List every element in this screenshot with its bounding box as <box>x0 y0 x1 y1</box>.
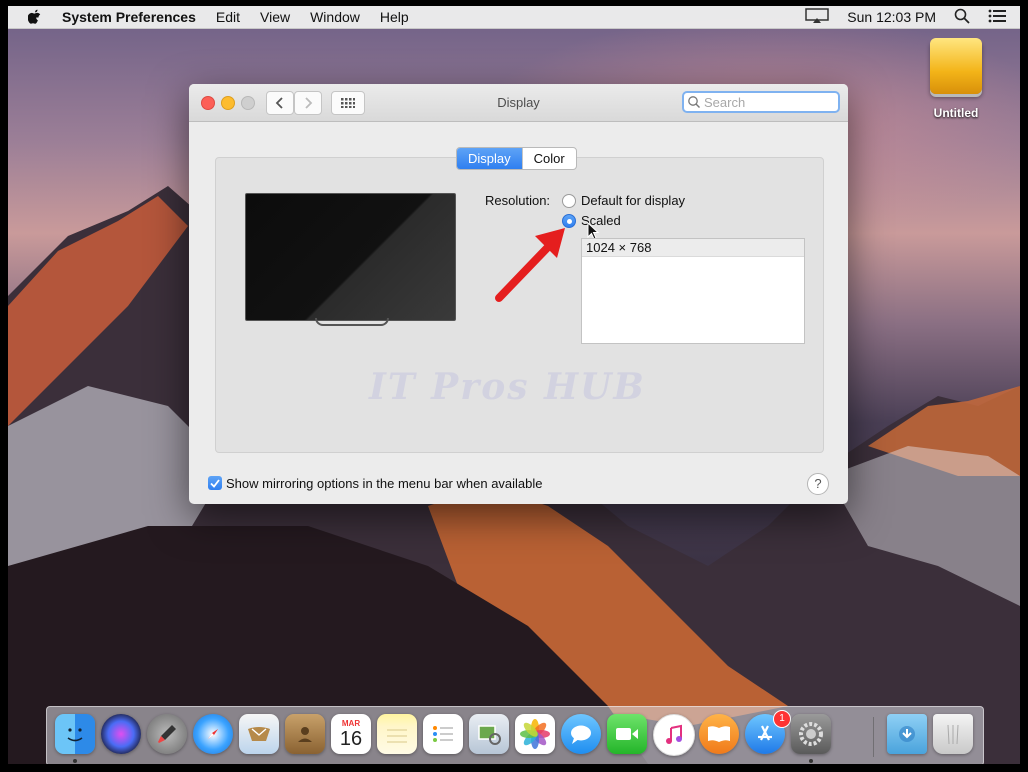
launchpad-icon[interactable] <box>147 714 187 754</box>
trash-icon[interactable] <box>933 714 973 754</box>
help-menu[interactable]: Help <box>380 9 409 25</box>
preview-icon[interactable] <box>469 714 509 754</box>
siri-icon[interactable] <box>101 714 141 754</box>
itunes-icon[interactable] <box>653 714 695 756</box>
search-field[interactable] <box>682 91 840 113</box>
photos-icon[interactable] <box>515 714 555 754</box>
tab-control: Display Color <box>456 147 577 170</box>
drive-label: Untitled <box>933 106 979 120</box>
checkmark-icon <box>210 478 220 488</box>
running-indicator <box>809 759 813 763</box>
dock: MAR 16 1 <box>46 706 984 764</box>
tab-display[interactable]: Display <box>457 148 522 169</box>
calendar-icon[interactable]: MAR 16 <box>331 714 371 754</box>
mail-icon[interactable] <box>239 714 279 754</box>
app-menu[interactable]: System Preferences <box>62 9 196 25</box>
search-icon <box>688 96 700 108</box>
search-input[interactable] <box>704 94 824 110</box>
safari-icon[interactable] <box>193 714 233 754</box>
notification-center-icon[interactable] <box>988 9 1006 26</box>
resolution-label: Resolution: <box>485 193 551 208</box>
default-for-display-radio[interactable] <box>562 194 576 208</box>
airplay-icon[interactable] <box>805 7 830 27</box>
downloads-icon[interactable] <box>887 714 927 754</box>
reminders-icon[interactable] <box>423 714 463 754</box>
apple-menu-icon[interactable] <box>28 9 48 25</box>
watermark: IT Pros HUB <box>369 366 646 408</box>
clock[interactable]: Sun 12:03 PM <box>847 9 936 25</box>
display-preferences-window: Display Display Color Resolution: Defaul… <box>189 84 848 504</box>
app-store-badge: 1 <box>773 710 791 728</box>
title-bar[interactable]: Display <box>189 84 848 122</box>
calendar-month: MAR <box>341 718 361 728</box>
monitor-icon <box>245 193 456 321</box>
ibooks-icon[interactable] <box>699 714 739 754</box>
notes-icon[interactable] <box>377 714 417 754</box>
dock-separator <box>873 717 874 757</box>
resolution-list[interactable]: 1024 × 768 <box>581 238 805 344</box>
messages-icon[interactable] <box>561 714 601 754</box>
desktop: System Preferences Edit View Window Help… <box>8 6 1020 764</box>
tab-color[interactable]: Color <box>521 148 576 169</box>
spotlight-icon[interactable] <box>954 8 970 27</box>
desktop-drive[interactable]: Untitled <box>926 38 986 120</box>
default-for-display-label[interactable]: Default for display <box>581 193 685 208</box>
menu-bar: System Preferences Edit View Window Help… <box>8 6 1020 29</box>
view-menu[interactable]: View <box>260 9 290 25</box>
running-indicator <box>73 759 77 763</box>
resolution-row[interactable]: 1024 × 768 <box>582 239 804 257</box>
window-menu[interactable]: Window <box>310 9 360 25</box>
mirroring-checkbox[interactable] <box>208 476 222 490</box>
help-button[interactable]: ? <box>807 473 829 495</box>
facetime-icon[interactable] <box>607 714 647 754</box>
calendar-day: 16 <box>339 727 363 750</box>
drive-icon <box>930 38 982 94</box>
monitor-stand <box>315 318 389 326</box>
edit-menu[interactable]: Edit <box>216 9 240 25</box>
finder-icon[interactable] <box>55 714 95 754</box>
red-arrow-annotation <box>495 228 565 302</box>
contacts-icon[interactable] <box>285 714 325 754</box>
system-preferences-icon[interactable] <box>791 714 831 754</box>
mirroring-label[interactable]: Show mirroring options in the menu bar w… <box>226 476 543 491</box>
